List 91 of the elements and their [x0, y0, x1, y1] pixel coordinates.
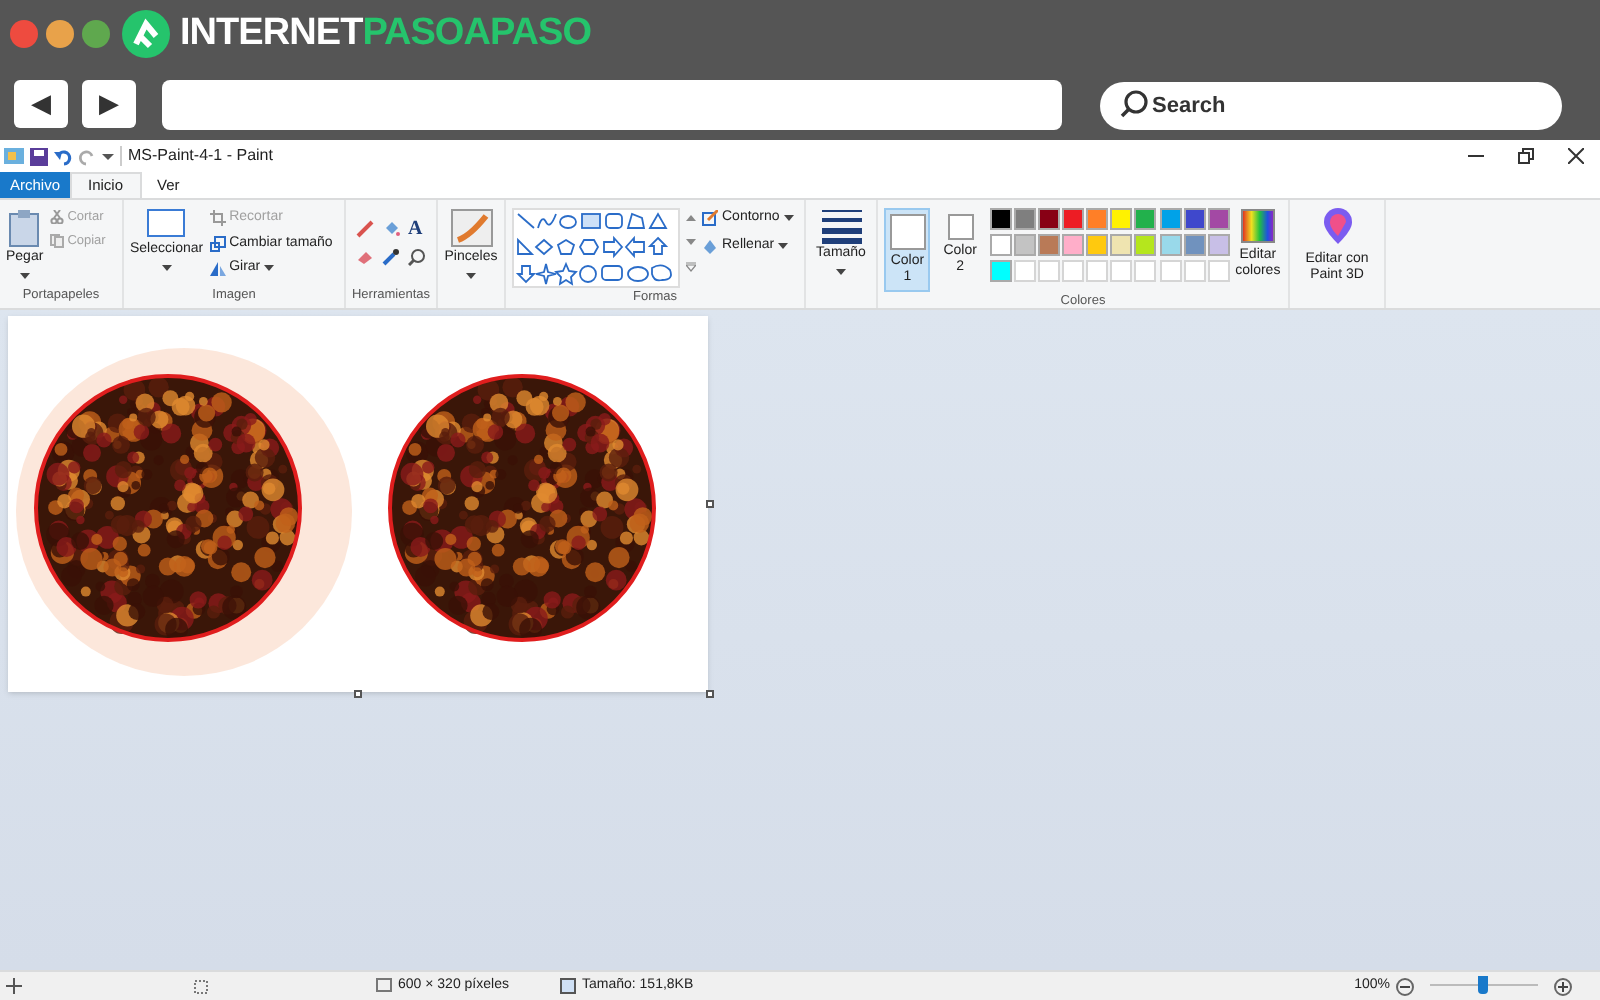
outline-icon [702, 210, 718, 227]
address-field[interactable] [162, 79, 1062, 129]
restore-icon[interactable] [1518, 148, 1534, 164]
scroll-down-icon[interactable] [686, 238, 696, 246]
custom-color-slot[interactable] [1207, 260, 1230, 282]
color-swatch[interactable] [1159, 234, 1181, 256]
logo-text: INTERNET [180, 9, 363, 58]
scissors-icon [49, 210, 64, 225]
minus-icon [1400, 985, 1410, 987]
zoom-dot-icon[interactable] [82, 20, 110, 48]
color-swatch[interactable] [1062, 208, 1085, 230]
paint-3d-icon [1319, 208, 1355, 248]
shapes-gallery[interactable] [512, 208, 680, 288]
color-swatch[interactable] [1159, 208, 1181, 230]
color-swatch[interactable] [1207, 234, 1230, 256]
custom-color-slot[interactable] [1159, 260, 1181, 282]
custom-color-slot[interactable] [1013, 260, 1036, 282]
resize-handle[interactable] [706, 500, 714, 508]
color-swatch[interactable] [1062, 234, 1085, 256]
fill-bucket-icon [702, 237, 718, 254]
zoom-out-button[interactable] [1396, 977, 1414, 995]
logo-text: PASOAPASO [362, 9, 592, 58]
minimize-dot-icon[interactable] [46, 20, 74, 48]
color-picker-icon[interactable] [382, 248, 400, 266]
plus-icon [1558, 981, 1568, 991]
color-swatch[interactable] [1183, 208, 1206, 230]
caret-icon [783, 214, 794, 223]
cursor-position-icon [6, 978, 22, 994]
color-swatch[interactable] [1013, 208, 1036, 230]
custom-color-slot[interactable] [1086, 260, 1109, 282]
eraser-icon[interactable] [356, 248, 374, 266]
color-swatch[interactable] [1037, 234, 1060, 256]
canvas-size-icon [376, 978, 392, 994]
color-swatch[interactable] [1086, 208, 1109, 230]
close-icon[interactable] [1568, 148, 1584, 164]
custom-color-slot[interactable] [1062, 260, 1085, 282]
magnifier-icon[interactable] [408, 248, 426, 266]
caret-icon [836, 267, 846, 275]
caret-icon [466, 271, 476, 279]
color-swatch[interactable] [1013, 234, 1036, 256]
back-button[interactable]: ◀ [14, 80, 68, 128]
color-swatch[interactable] [1086, 234, 1109, 256]
paint-app-icon [4, 146, 24, 166]
brush-icon [449, 208, 493, 248]
zoom-slider-thumb[interactable] [1478, 976, 1488, 994]
color-swatch[interactable] [1110, 234, 1133, 256]
search-icon [1120, 90, 1148, 118]
close-dot-icon[interactable] [10, 20, 38, 48]
color-swatch[interactable] [1207, 208, 1230, 230]
color-swatch[interactable] [1134, 208, 1157, 230]
selection-icon [146, 208, 187, 240]
color-swatch[interactable] [1183, 234, 1206, 256]
selection-size-icon [192, 978, 208, 994]
custom-color-slot[interactable] [1134, 260, 1157, 282]
crop-icon [209, 210, 226, 227]
scroll-up-icon[interactable] [686, 214, 696, 222]
resize-icon [209, 235, 226, 252]
dropdown-caret-icon[interactable] [102, 150, 114, 162]
resize-handle[interactable] [706, 690, 714, 698]
color-swatch[interactable] [1134, 234, 1157, 256]
window-title: MS-Paint-4-1 - Paint [128, 144, 273, 168]
custom-color-slot[interactable] [1110, 260, 1133, 282]
forward-button[interactable]: ▶ [82, 80, 136, 128]
redo-icon[interactable] [78, 147, 96, 165]
logo-icon [120, 8, 172, 60]
color-swatch[interactable] [989, 234, 1012, 256]
fill-bucket-icon[interactable] [382, 220, 400, 238]
caret-icon [161, 263, 172, 271]
caret-icon [19, 271, 30, 279]
zoom-in-button[interactable] [1554, 977, 1572, 995]
rotate-icon [209, 260, 226, 277]
custom-color-slot[interactable] [1183, 260, 1206, 282]
expand-icon[interactable] [686, 262, 696, 272]
undo-icon[interactable] [54, 147, 72, 165]
custom-color-slot[interactable] [1037, 260, 1060, 282]
caret-icon [778, 241, 789, 250]
clipboard-icon [8, 208, 41, 248]
pencil-icon[interactable] [356, 220, 374, 238]
text-tool-icon[interactable]: A [408, 220, 426, 238]
search-field[interactable]: Search [1100, 82, 1562, 130]
line-width-icon [821, 208, 861, 244]
color-swatch[interactable] [1037, 208, 1060, 230]
caret-icon [264, 264, 275, 273]
color-swatch[interactable] [989, 208, 1012, 230]
rainbow-palette-icon [1239, 208, 1276, 244]
save-icon[interactable] [30, 147, 48, 165]
color-swatch[interactable] [1110, 208, 1133, 230]
zoom-slider[interactable] [1430, 976, 1538, 996]
copy-icon [49, 234, 64, 249]
color-swatch[interactable] [989, 260, 1012, 282]
resize-handle[interactable] [354, 690, 362, 698]
